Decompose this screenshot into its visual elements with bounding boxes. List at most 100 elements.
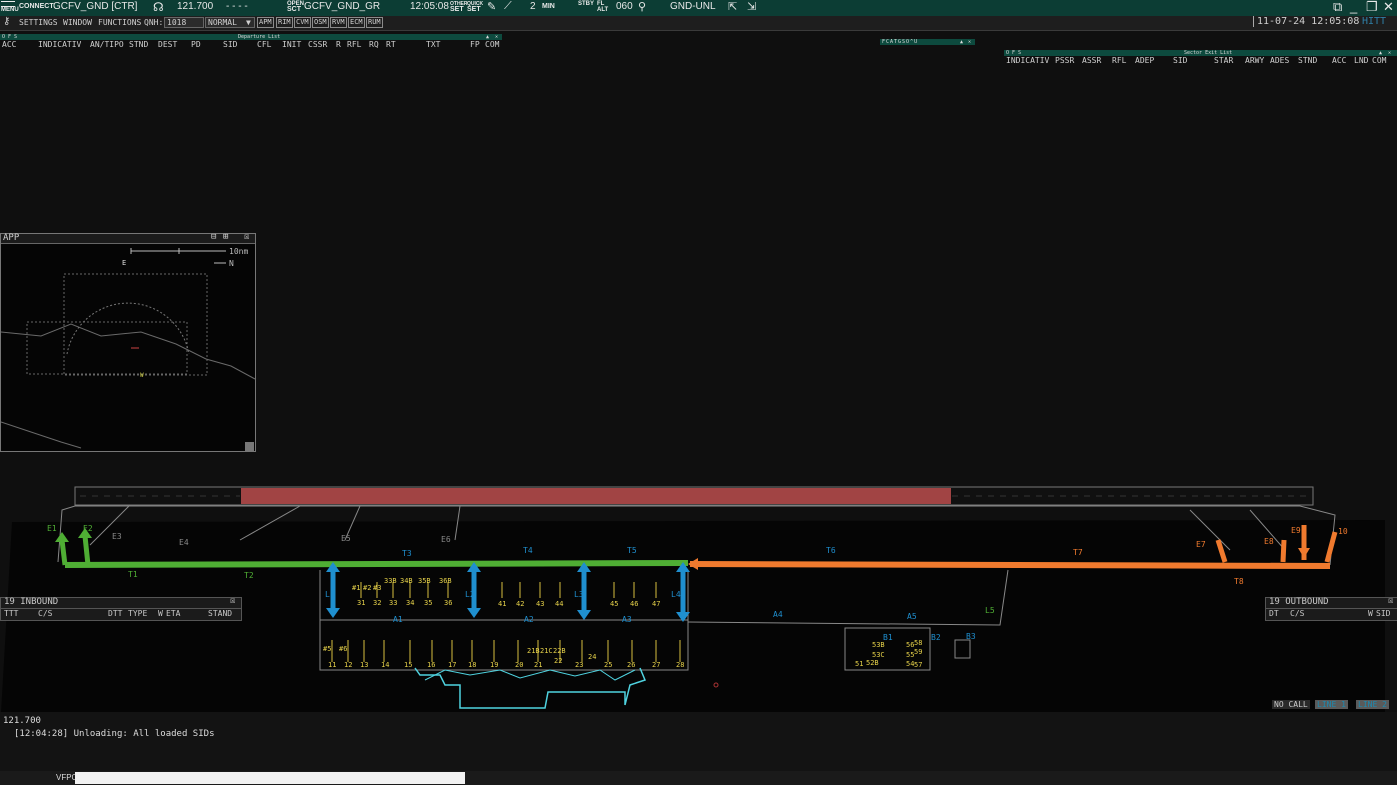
column-header[interactable]: DTT (108, 609, 122, 618)
column-header[interactable]: STND (129, 40, 148, 49)
column-header[interactable]: RT (386, 40, 396, 49)
app-window-titlebar[interactable]: APP ⊟ ⊞ ☒ (1, 232, 255, 244)
column-header[interactable]: R (336, 40, 341, 49)
key-icon[interactable]: ⚷ (3, 16, 10, 27)
menu-settings[interactable]: SETTINGS (19, 18, 58, 27)
stand-label: 46 (630, 600, 639, 608)
menu-functions[interactable]: FUNCTIONS (98, 18, 141, 27)
close-icon[interactable]: ✕ (968, 39, 971, 45)
column-header[interactable]: PSSR (1055, 56, 1074, 65)
quick-set-button[interactable]: QUICK SET (467, 1, 483, 13)
layout-icon[interactable]: ⊟ (211, 232, 216, 242)
column-header[interactable]: ADEP (1135, 56, 1154, 65)
taxiway-label: A2 (524, 615, 534, 624)
column-header[interactable]: RQ (369, 40, 379, 49)
menu-button[interactable]: MENU (1, 1, 19, 13)
column-header[interactable]: PD (191, 40, 201, 49)
column-header[interactable]: ASSR (1082, 56, 1101, 65)
column-header[interactable]: ACC (1332, 56, 1346, 65)
command-input[interactable] (75, 772, 465, 784)
fl-filter-icon[interactable]: ⚲ (638, 0, 646, 13)
menu-button-osm[interactable]: OSM (312, 17, 329, 28)
collapse-icon[interactable]: ▲ (960, 39, 963, 45)
close-icon[interactable]: ☒ (230, 596, 235, 606)
column-header[interactable]: ARWY (1245, 56, 1264, 65)
taxiway-label: T2 (244, 571, 254, 580)
clock-display: 12:05:08 (410, 1, 449, 12)
filter-toolbar[interactable]: FCATGSO^U ▲ ✕ (880, 39, 975, 45)
column-header[interactable]: W (158, 609, 163, 618)
column-header[interactable]: RFL (347, 40, 361, 49)
column-header[interactable]: W (1368, 609, 1373, 618)
column-header[interactable]: STAND (208, 609, 232, 618)
menu-button-rum[interactable]: RUM (366, 17, 383, 28)
column-header[interactable]: STND (1298, 56, 1317, 65)
restore-down-icon[interactable]: ⧉ (1333, 0, 1342, 15)
connect-button[interactable]: CONNECT (19, 3, 54, 10)
column-header[interactable]: SID (1173, 56, 1187, 65)
taxiway-label: E8 (1264, 537, 1274, 546)
line-1-button[interactable]: LINE 1 (1315, 700, 1348, 709)
column-header[interactable]: CSSR (308, 40, 327, 49)
mode-select[interactable]: NORMAL ▼ (205, 17, 255, 28)
column-header[interactable]: TTT (4, 609, 18, 618)
close-icon[interactable]: ☒ (1388, 596, 1393, 606)
maximize-icon[interactable]: ❐ (1366, 0, 1378, 15)
column-header[interactable]: COM (1372, 56, 1386, 65)
arrows-icon[interactable]: ⇱ (728, 0, 737, 13)
column-header[interactable]: INDICATIV (38, 40, 81, 49)
close-icon[interactable]: ✕ (1383, 0, 1394, 15)
column-header[interactable]: C/S (38, 609, 52, 618)
inbound-panel-titlebar[interactable]: 19 INBOUND ☒ (1, 596, 241, 609)
stand-label: 16 (427, 661, 436, 669)
column-header[interactable]: DEST (158, 40, 177, 49)
column-header[interactable]: TXT (426, 40, 440, 49)
column-header[interactable]: LND (1354, 56, 1368, 65)
open-sct-button[interactable]: OPEN SCT (287, 1, 304, 13)
column-header[interactable]: AN/TIPO (90, 40, 124, 49)
column-header[interactable]: ACC (2, 40, 16, 49)
column-header[interactable]: COM (485, 40, 499, 49)
column-header[interactable]: TYPE (128, 609, 147, 618)
no-call-button[interactable]: NO CALL (1272, 700, 1310, 709)
fl-alt-button[interactable]: FL ALT (597, 1, 608, 13)
column-header[interactable]: FP (470, 40, 480, 49)
menu-button-cvm[interactable]: CVM (294, 17, 311, 28)
menu-button-ecm[interactable]: ECM (348, 17, 365, 28)
ruler-icon[interactable]: ⟋ (504, 0, 512, 13)
menu-window[interactable]: WINDOW (63, 18, 92, 27)
minimize-icon[interactable]: _ (1350, 0, 1357, 14)
pencil-icon[interactable]: ✎ (487, 0, 496, 13)
fl-value[interactable]: 060 (616, 1, 633, 12)
taxiway-label: A1 (393, 615, 403, 624)
outbound-panel-titlebar[interactable]: 19 OUTBOUND ☒ (1266, 596, 1397, 609)
column-header[interactable]: INDICATIV (1006, 56, 1049, 65)
other-set-button[interactable]: OTHER SET (450, 1, 468, 13)
column-header[interactable]: SID (1376, 609, 1390, 618)
column-header[interactable]: ETA (166, 609, 180, 618)
headset-icon[interactable]: ☊ (153, 0, 164, 14)
menu-button-rvm[interactable]: RVM (330, 17, 347, 28)
column-header[interactable]: STAR (1214, 56, 1233, 65)
column-header[interactable]: RFL (1112, 56, 1126, 65)
app-window[interactable]: APP ⊟ ⊞ ☒ 10nm N E W (0, 232, 256, 452)
qnh-input[interactable]: 1018 (164, 17, 204, 28)
column-header[interactable]: ADES (1270, 56, 1289, 65)
restore-icon[interactable]: ⊞ (223, 232, 228, 242)
stand-label: 31 (357, 599, 366, 607)
column-header[interactable]: SID (223, 40, 237, 49)
menu-button-rim[interactable]: RIM (276, 17, 293, 28)
line-2-button[interactable]: LINE 2 (1356, 700, 1389, 709)
stby-button[interactable]: STBY (578, 1, 594, 7)
frequency-display[interactable]: 121.700 (177, 1, 213, 12)
pointer-icon[interactable]: ⇲ (747, 0, 756, 13)
altitude-range[interactable]: GND-UNL (670, 1, 716, 12)
column-header[interactable]: CFL (257, 40, 271, 49)
frequency-slots: - - - - (226, 1, 248, 12)
app-radar-map[interactable] (1, 244, 255, 451)
column-header[interactable]: DT (1269, 609, 1279, 618)
column-header[interactable]: INIT (282, 40, 301, 49)
menu-button-apm[interactable]: APM (257, 17, 274, 28)
close-icon[interactable]: ☒ (244, 232, 249, 242)
column-header[interactable]: C/S (1290, 609, 1304, 618)
